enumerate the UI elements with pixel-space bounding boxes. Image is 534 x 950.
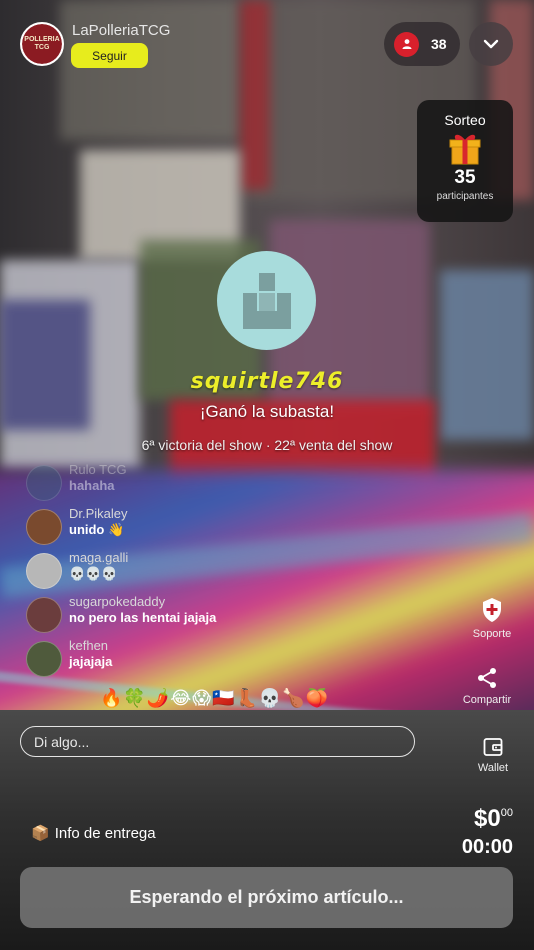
chat-avatar[interactable] xyxy=(26,641,62,677)
chat-text: 💀💀💀 xyxy=(69,566,118,581)
current-price: $000 xyxy=(474,805,513,833)
giveaway-participant-count: 35 xyxy=(454,167,476,188)
chat-message: Dr.Pikaley unido 👋 xyxy=(26,506,366,550)
chat-text: no pero las hentai jajaja xyxy=(69,610,217,625)
winner-avatar xyxy=(217,251,316,350)
chat-username[interactable]: Rulo TCG xyxy=(69,462,127,478)
chat-text: hahaha xyxy=(69,478,115,493)
chat-message: kefhen jajajaja xyxy=(26,638,366,682)
stream-header: POLLERIA TCG LaPolleriaTCG Seguir 38 xyxy=(0,0,534,80)
giveaway-title: Sorteo xyxy=(444,112,486,128)
waiting-next-item-button[interactable]: Esperando el próximo artículo... xyxy=(20,867,513,928)
chat-avatar[interactable] xyxy=(26,509,62,545)
share-icon xyxy=(478,668,496,688)
price-cents: 00 xyxy=(500,807,513,819)
giveaway-participants-label: participantes xyxy=(436,191,494,202)
viewer-counter[interactable]: 38 xyxy=(384,22,460,66)
chat-message: sugarpokedaddy no pero las hentai jajaja xyxy=(26,594,366,638)
chat-avatar[interactable] xyxy=(26,553,62,589)
chat-text: unido 👋 xyxy=(69,522,125,537)
quick-emoji-bar[interactable]: 🔥🍀🌶️😂😱🇨🇱👢💀🍗🍑 xyxy=(100,688,329,709)
viewer-count: 38 xyxy=(431,36,447,52)
chat-input[interactable] xyxy=(20,726,415,757)
delivery-label: Info de entrega xyxy=(54,824,156,842)
chevron-down-icon xyxy=(483,39,499,49)
chat-username[interactable]: maga.galli xyxy=(69,550,128,566)
package-icon: 📦 xyxy=(31,825,50,842)
identicon-icon xyxy=(242,272,291,329)
support-label: Soporte xyxy=(472,628,512,640)
winner-username: squirtle746 xyxy=(190,369,344,394)
wallet-button[interactable]: Wallet xyxy=(457,737,529,774)
chat-username[interactable]: sugarpokedaddy xyxy=(69,594,216,610)
share-label: Compartir xyxy=(462,694,512,706)
shield-plus-icon xyxy=(483,598,501,622)
gift-icon xyxy=(447,131,483,165)
price-main: $0 xyxy=(474,805,501,832)
chat-message: Rulo TCG hahaha xyxy=(26,462,366,506)
winner-stats: 6ª victoria del show · 22ª venta del sho… xyxy=(141,437,393,453)
chat-username[interactable]: kefhen xyxy=(69,638,112,654)
wallet-label: Wallet xyxy=(477,762,509,774)
person-icon xyxy=(394,31,419,57)
winner-message: ¡Ganó la subasta! xyxy=(199,402,335,421)
chat-username[interactable]: Dr.Pikaley xyxy=(69,506,128,522)
chat-message: maga.galli 💀💀💀 xyxy=(26,550,366,594)
shop-logo: POLLERIA TCG xyxy=(22,24,62,64)
shop-avatar[interactable]: POLLERIA TCG xyxy=(20,22,64,66)
support-button[interactable]: Soporte xyxy=(456,597,528,640)
follow-button[interactable]: Seguir xyxy=(71,43,148,68)
wallet-icon xyxy=(483,738,503,756)
chat-text: jajajaja xyxy=(69,654,113,669)
chat-avatar[interactable] xyxy=(26,465,62,501)
auction-timer: 00:00 xyxy=(461,836,513,858)
chat-list: Rulo TCG hahaha Dr.Pikaley unido 👋 maga.… xyxy=(26,462,366,682)
chat-avatar[interactable] xyxy=(26,597,62,633)
giveaway-card[interactable]: Sorteo 35 participantes xyxy=(417,100,513,222)
collapse-button[interactable] xyxy=(469,22,513,66)
share-button[interactable]: Compartir xyxy=(451,667,523,706)
shop-name[interactable]: LaPolleriaTCG xyxy=(72,22,170,39)
delivery-info-link[interactable]: 📦 Info de entrega xyxy=(31,824,156,843)
